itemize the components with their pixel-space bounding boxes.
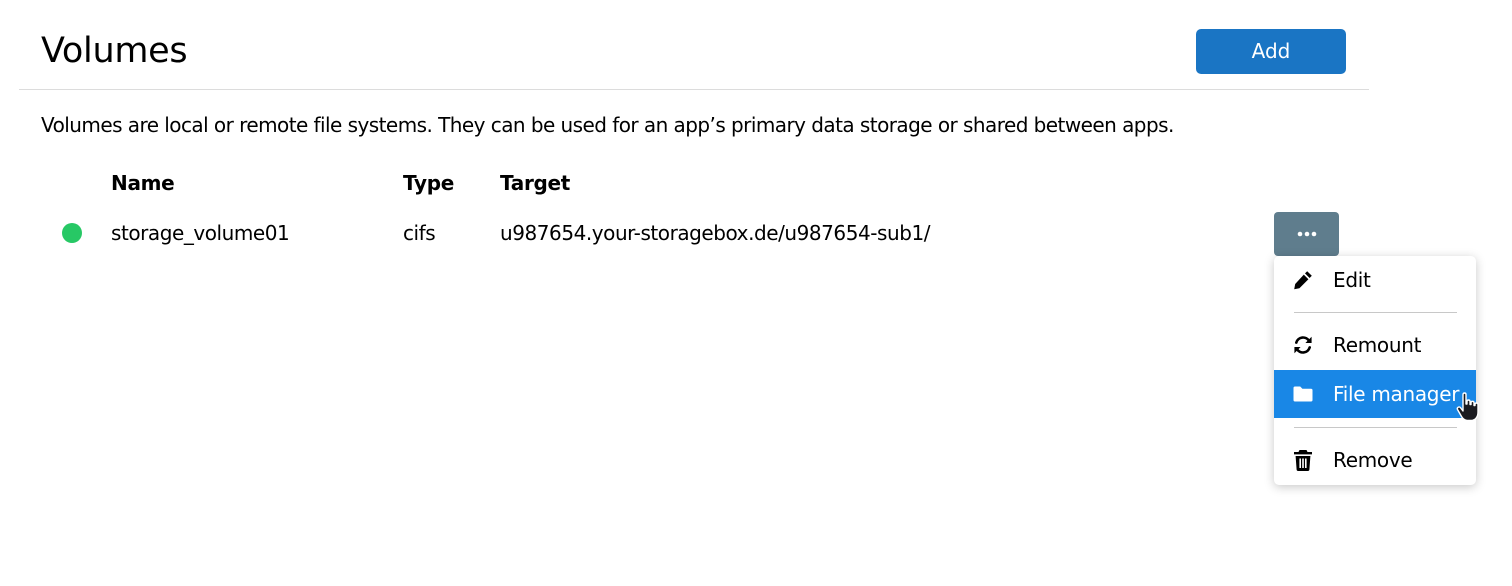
menu-item-label: Remount [1333,333,1422,357]
volume-target: u987654.your-storagebox.de/u987654-sub1/ [500,221,931,245]
menu-divider [1294,427,1457,428]
column-header-name: Name [111,171,175,195]
column-header-target: Target [500,171,571,195]
pencil-icon [1292,269,1314,291]
menu-item-label: Edit [1333,268,1371,292]
row-actions-menu: Edit Remount File manager Remove [1274,256,1476,485]
volumes-page: Volumes Add Volumes are local or remote … [0,0,1512,586]
row-actions-button[interactable] [1274,212,1339,256]
folder-icon [1292,383,1314,405]
trash-icon [1292,449,1314,471]
menu-item-file-manager[interactable]: File manager [1274,370,1476,418]
sync-icon [1292,334,1314,356]
more-horizontal-icon [1297,231,1316,237]
menu-divider [1294,312,1457,313]
volume-name: storage_volume01 [111,221,290,245]
menu-item-remount[interactable]: Remount [1274,321,1476,369]
menu-item-edit[interactable]: Edit [1274,256,1476,304]
page-description: Volumes are local or remote file systems… [41,113,1174,137]
volume-type: cifs [403,221,436,245]
page-title: Volumes [41,31,188,71]
menu-item-remove[interactable]: Remove [1274,436,1476,484]
column-header-type: Type [403,171,454,195]
status-indicator [62,223,82,243]
add-volume-button[interactable]: Add [1196,29,1346,74]
header-divider [19,89,1369,90]
menu-item-label: Remove [1333,448,1413,472]
menu-item-label: File manager [1333,382,1460,406]
